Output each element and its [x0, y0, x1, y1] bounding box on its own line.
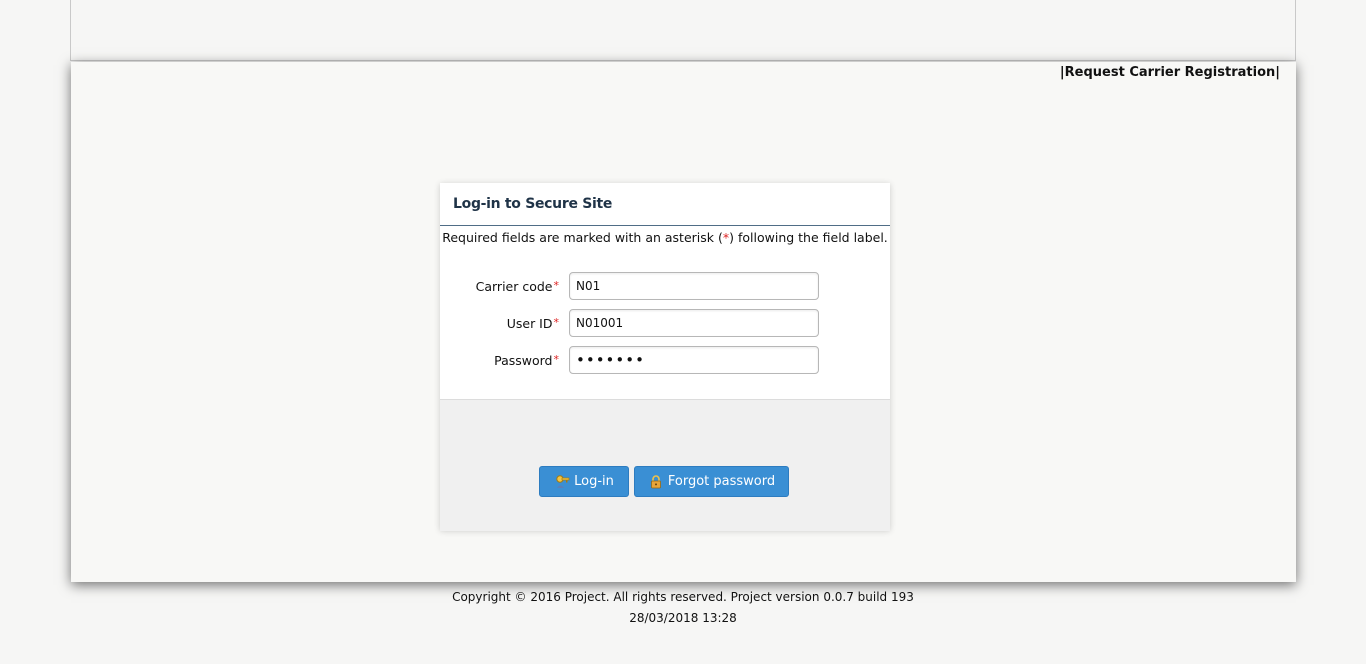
request-carrier-registration-link[interactable]: Request Carrier Registration: [1065, 65, 1276, 80]
required-fields-note: Required fields are marked with an aster…: [440, 230, 890, 245]
required-asterisk: *: [553, 279, 560, 292]
login-button[interactable]: Log-in: [539, 466, 629, 497]
login-dialog: Log-in to Secure Site Required fields ar…: [440, 183, 890, 531]
main-panel: |Request Carrier Registration| Log-in to…: [71, 62, 1296, 582]
separator-right: |: [1275, 65, 1280, 80]
forgot-password-button-label: Forgot password: [667, 474, 776, 489]
carrier-code-input[interactable]: [569, 272, 819, 300]
login-button-label: Log-in: [574, 474, 614, 489]
password-label: Password*: [494, 353, 559, 368]
carrier-code-row: Carrier code*: [440, 272, 890, 309]
note-suffix: ) following the field label.: [729, 230, 888, 245]
forgot-password-button[interactable]: Forgot password: [634, 466, 789, 497]
top-banner: [70, 0, 1296, 61]
carrier-code-label: Carrier code*: [476, 279, 559, 294]
login-title: Log-in to Secure Site: [453, 196, 613, 212]
copyright-text: Copyright © 2016 Project. All rights res…: [452, 590, 914, 604]
carrier-code-label-text: Carrier code: [475, 279, 553, 294]
user-id-label: User ID*: [507, 316, 559, 331]
required-asterisk: *: [553, 316, 560, 329]
page-footer: Copyright © 2016 Project. All rights res…: [0, 587, 1366, 629]
registration-link-bar: |Request Carrier Registration|: [1060, 65, 1280, 80]
note-prefix: Required fields are marked with an aster…: [442, 230, 723, 245]
key-person-icon: [554, 474, 570, 490]
login-form: Carrier code* User ID* Password*: [440, 272, 890, 383]
required-asterisk: *: [553, 353, 560, 366]
user-id-input[interactable]: [569, 309, 819, 337]
password-label-text: Password: [494, 353, 553, 368]
user-id-label-text: User ID: [506, 316, 553, 331]
footer-datetime: 28/03/2018 13:28: [629, 611, 737, 625]
login-button-bar: Log-in Forgot password: [440, 399, 890, 531]
password-input[interactable]: [569, 346, 819, 374]
lock-icon: [648, 474, 664, 490]
user-id-row: User ID*: [440, 309, 890, 346]
password-row: Password*: [440, 346, 890, 383]
login-header: Log-in to Secure Site: [440, 183, 890, 226]
